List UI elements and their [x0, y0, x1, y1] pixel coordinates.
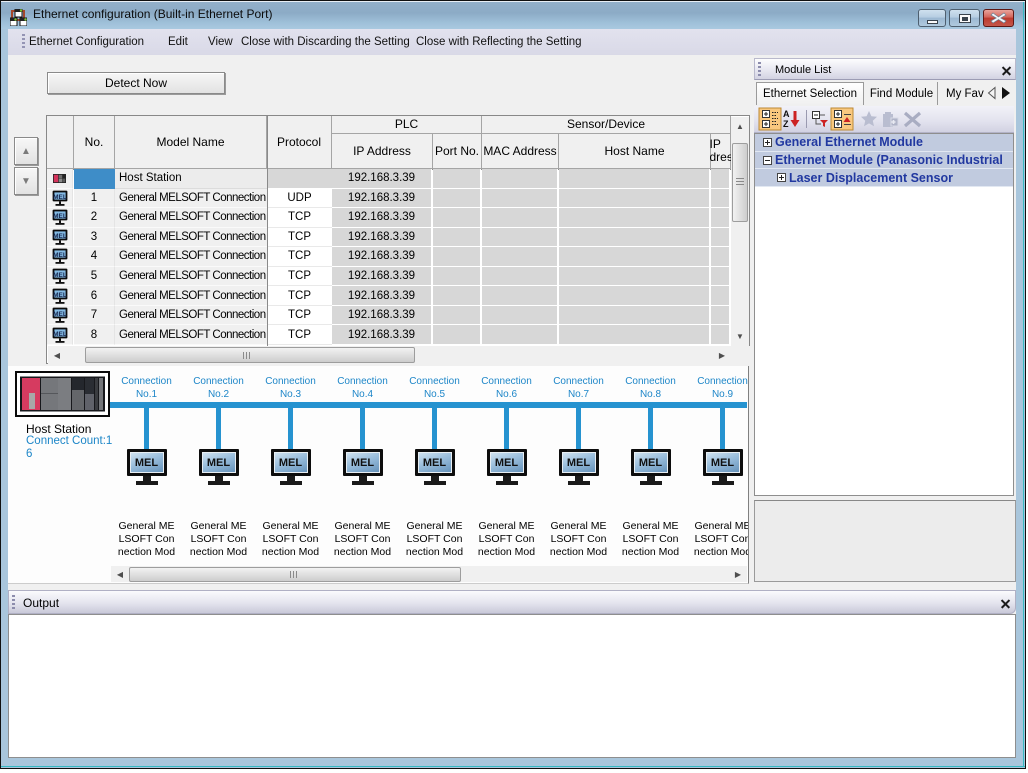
svg-text:MEL: MEL: [53, 194, 67, 201]
svg-text:MEL: MEL: [53, 252, 67, 259]
svg-text:MEL: MEL: [53, 330, 67, 337]
svg-text:MEL: MEL: [53, 272, 67, 279]
svg-text:MEL: MEL: [53, 311, 67, 318]
svg-text:MEL: MEL: [53, 291, 67, 298]
svg-text:A: A: [783, 109, 790, 119]
svg-text:MEL: MEL: [53, 213, 67, 220]
svg-text:MEL: MEL: [53, 233, 67, 240]
svg-text:Z: Z: [783, 119, 789, 129]
